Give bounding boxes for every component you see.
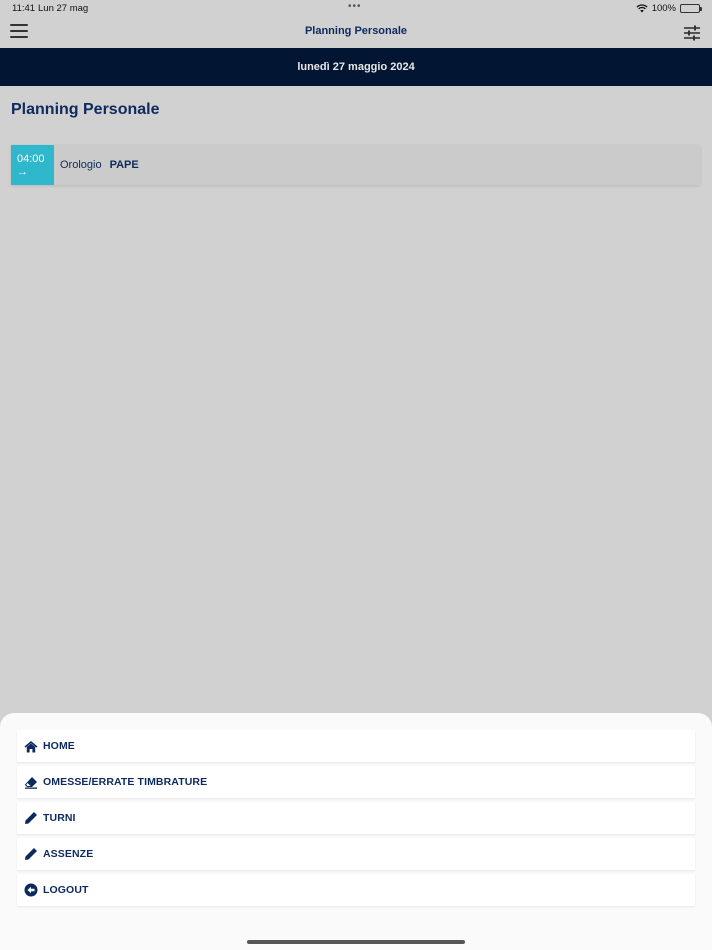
menu-item-label: ASSENZE xyxy=(43,848,94,860)
home-icon xyxy=(24,739,38,753)
wifi-icon xyxy=(636,4,648,13)
event-code: PAPE xyxy=(109,159,139,171)
event-time-box: 04:00 → xyxy=(11,145,54,185)
battery-icon xyxy=(680,4,702,13)
status-bar: 11:41 Lun 27 mag ••• 100% xyxy=(0,0,712,18)
logout-icon xyxy=(24,883,38,897)
arrow-right-icon: → xyxy=(17,166,28,178)
menu-item-label: LOGOUT xyxy=(43,884,89,896)
status-right: 100% xyxy=(636,3,702,14)
pencil-icon xyxy=(24,847,38,861)
page-title: Planning Personale xyxy=(11,101,160,118)
menu-item-label: HOME xyxy=(43,740,75,752)
pencil-icon xyxy=(24,811,38,825)
event-card[interactable]: 04:00 → Orologio PAPE xyxy=(11,145,700,185)
nav-title: Planning Personale xyxy=(304,25,408,37)
multitasking-dots-icon[interactable]: ••• xyxy=(348,1,362,12)
status-time: 11:41 xyxy=(12,3,36,14)
filter-sliders-icon[interactable] xyxy=(682,23,702,43)
menu-item-home[interactable]: HOME xyxy=(17,730,695,762)
home-indicator[interactable] xyxy=(247,940,465,944)
status-date: Lun 27 mag xyxy=(38,3,89,14)
event-label: Orologio xyxy=(60,159,102,171)
menu-item-omesse-errate-timbrature[interactable]: OMESSE/ERRATE TIMBRATURE xyxy=(17,766,695,798)
menu-item-label: TURNI xyxy=(43,812,76,824)
menu-item-assenze[interactable]: ASSENZE xyxy=(17,838,695,870)
bottom-sheet-menu: HOME OMESSE/ERRATE TIMBRATURE TURNI ASSE… xyxy=(0,713,712,950)
menu-item-logout[interactable]: LOGOUT xyxy=(17,874,695,906)
date-header-label: lunedì 27 maggio 2024 xyxy=(297,61,415,73)
nav-bar: Planning Personale xyxy=(0,18,712,48)
event-time: 04:00 xyxy=(17,153,45,165)
menu-item-turni[interactable]: TURNI xyxy=(17,802,695,834)
battery-percent: 100% xyxy=(651,3,676,14)
date-header[interactable]: lunedì 27 maggio 2024 xyxy=(0,48,712,86)
menu-item-label: OMESSE/ERRATE TIMBRATURE xyxy=(43,776,208,788)
eraser-icon xyxy=(24,775,38,789)
